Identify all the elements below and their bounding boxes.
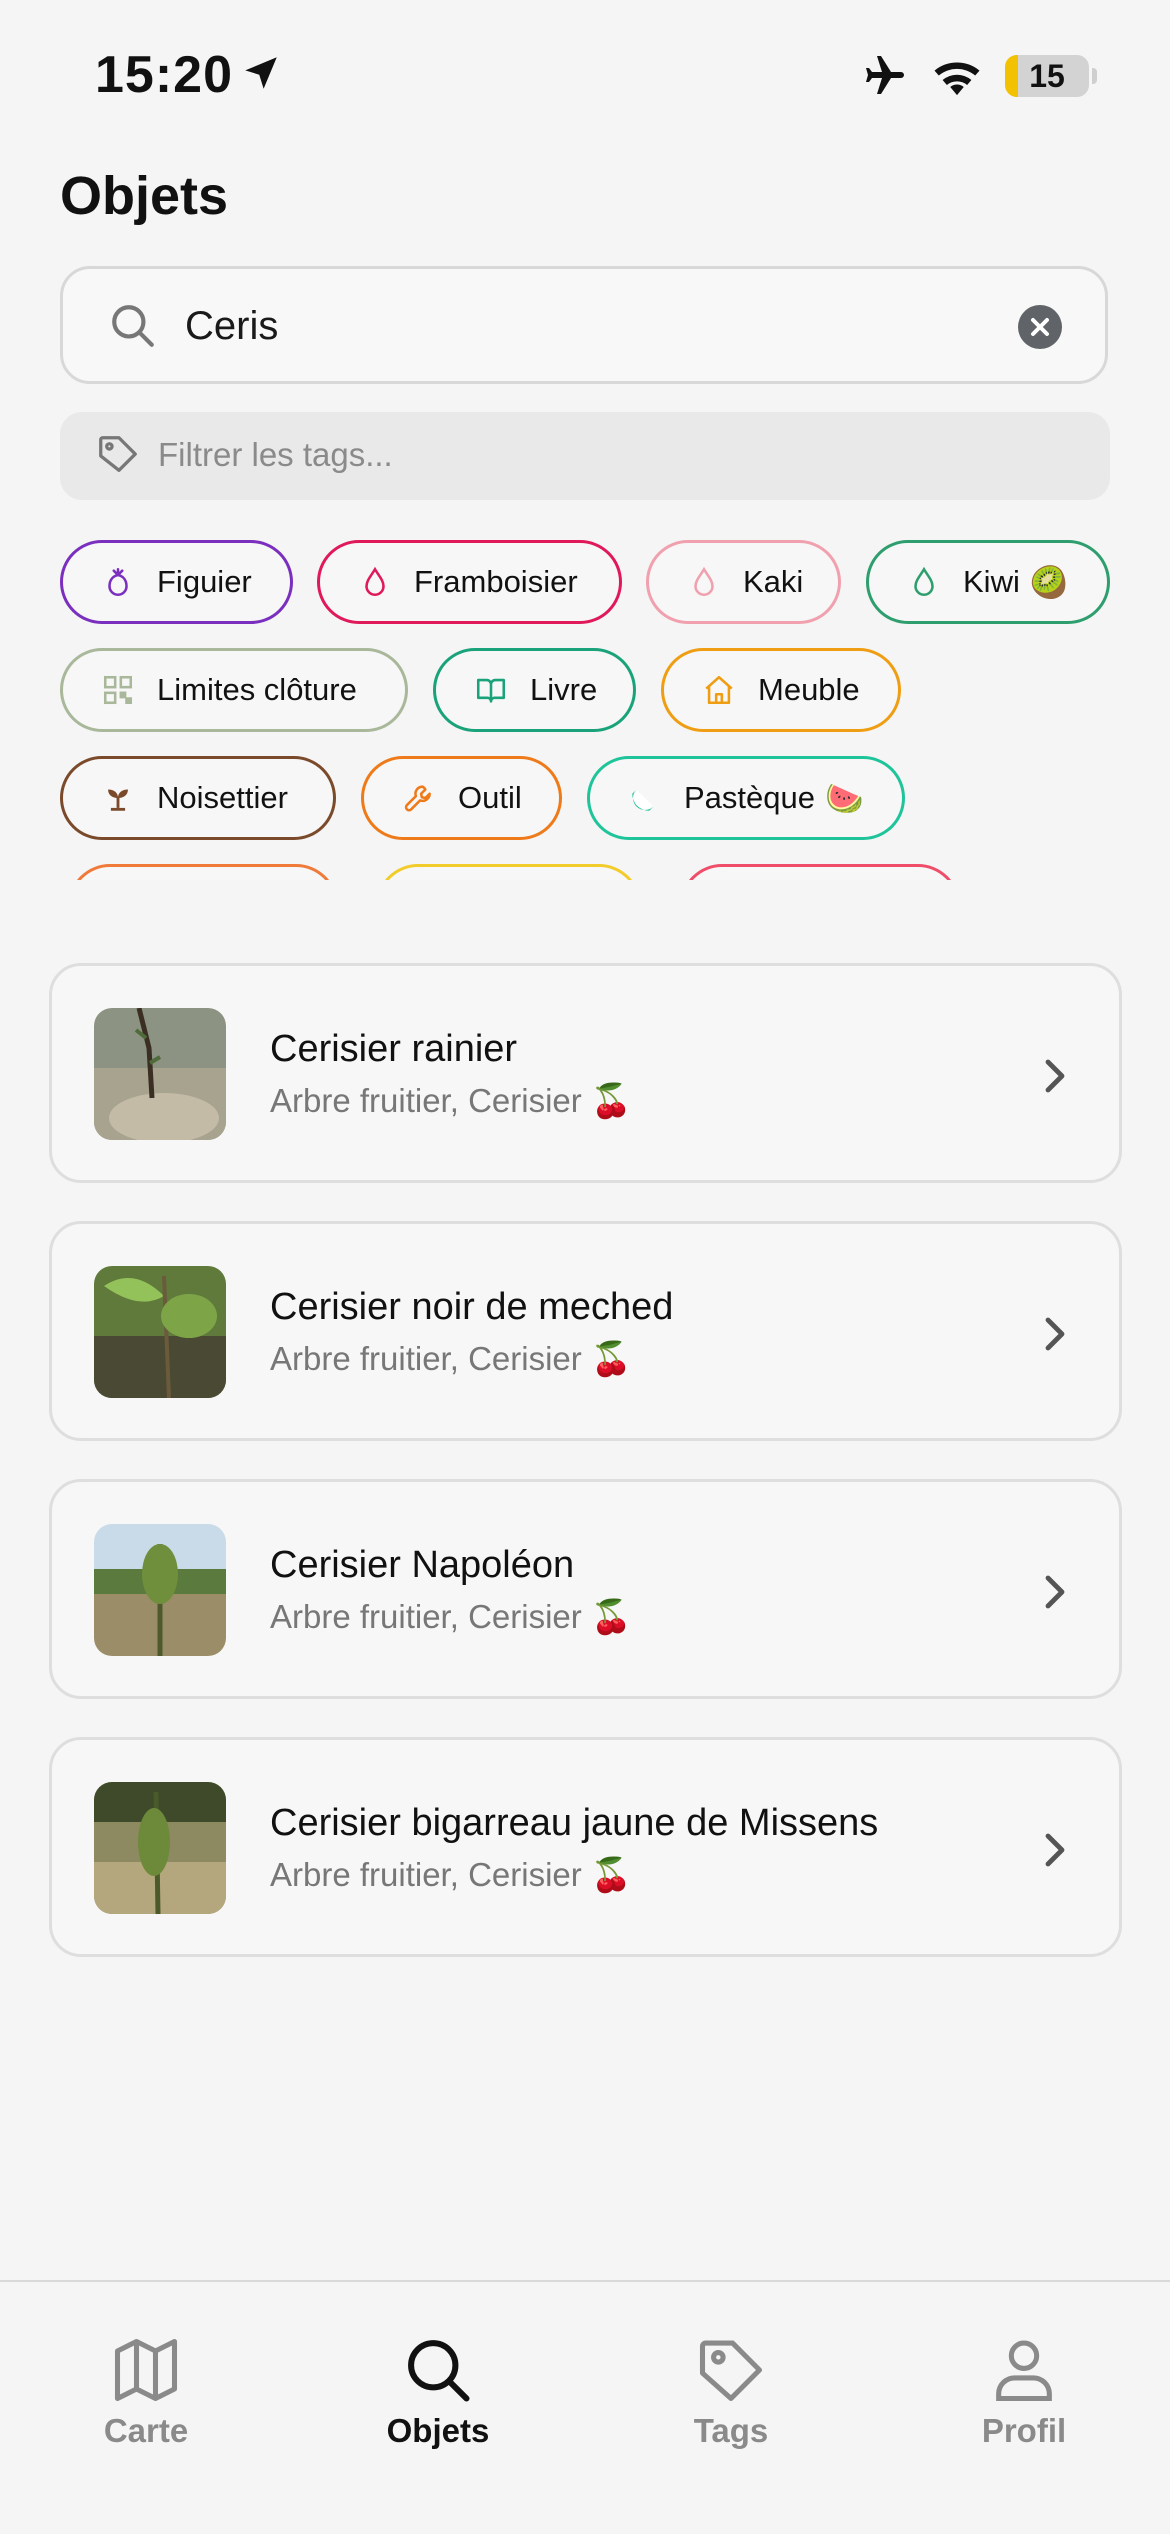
sprout-icon xyxy=(108,789,128,811)
tag-chip-limites-cloture[interactable]: Limites clôture xyxy=(60,648,408,732)
tag-chip-kaki[interactable]: Kaki xyxy=(646,540,841,624)
result-card[interactable]: Cerisier Napoléon Arbre fruitier, Cerisi… xyxy=(49,1479,1122,1699)
battery-indicator: 15 xyxy=(1005,55,1089,97)
tab-label: Carte xyxy=(103,2412,189,2449)
tab-label: Objets xyxy=(386,2412,490,2449)
search-field[interactable]: Ceris xyxy=(60,266,1108,384)
tab-tags[interactable]: Tags xyxy=(585,2282,877,2482)
tab-label: Tags xyxy=(693,2412,769,2449)
tag-chip-livre[interactable]: Livre xyxy=(433,648,636,732)
tag-chip-hidden-3[interactable] xyxy=(680,864,960,880)
search-input[interactable]: Ceris xyxy=(185,304,278,349)
wrench-icon xyxy=(404,785,431,812)
result-card[interactable]: Cerisier noir de meched Arbre fruitier, … xyxy=(49,1221,1122,1441)
watermelon-icon xyxy=(632,789,654,811)
chevron-right-icon xyxy=(1045,1833,1065,1867)
tag-label: Livre xyxy=(530,672,598,707)
airplane-icon xyxy=(866,56,904,94)
chevron-right-icon xyxy=(1045,1059,1065,1093)
tab-profil[interactable]: Profil xyxy=(878,2282,1170,2482)
tag-icon xyxy=(99,436,137,472)
result-subtitle: Arbre fruitier, Cerisier 🍒 xyxy=(270,1082,633,1119)
result-subtitle: Arbre fruitier, Cerisier 🍒 xyxy=(270,1598,633,1635)
clear-search-button[interactable] xyxy=(1018,305,1062,349)
tag-chip-hidden-1[interactable] xyxy=(68,864,338,880)
object-photo xyxy=(94,1524,226,1656)
tag-filter-placeholder: Filtrer les tags... xyxy=(158,436,393,473)
drop-icon xyxy=(365,566,385,596)
tab-objets[interactable]: Objets xyxy=(292,2282,584,2482)
status-bar: 15:20 15 xyxy=(0,0,1170,150)
result-card[interactable]: Cerisier rainier Arbre fruitier, Cerisie… xyxy=(49,963,1122,1183)
tag-chip-outil[interactable]: Outil xyxy=(361,756,562,840)
map-icon xyxy=(114,2338,178,2402)
house-icon xyxy=(705,675,733,705)
object-photo xyxy=(94,1266,226,1398)
fig-icon xyxy=(108,567,128,596)
result-title: Cerisier bigarreau jaune de Missens xyxy=(270,1802,879,1844)
tab-label: Profil xyxy=(981,2412,1067,2449)
search-icon xyxy=(408,2340,470,2402)
tag-label: Figuier xyxy=(157,564,252,599)
tag-chip-noisettier[interactable]: Noisettier xyxy=(60,756,336,840)
book-icon xyxy=(476,678,506,703)
qr-icon xyxy=(103,675,133,705)
tag-label: Limites clôture xyxy=(157,672,357,707)
tag-label: Pastèque xyxy=(684,780,815,815)
tag-chip-kiwi[interactable]: Kiwi 🥝 xyxy=(866,540,1110,624)
search-icon xyxy=(112,305,154,347)
tag-label: Outil xyxy=(458,780,522,815)
tag-chips: Figuier Framboisier Kaki Kiwi 🥝 Limites … xyxy=(0,530,1170,880)
drop-icon xyxy=(914,566,934,596)
tag-label: Kiwi xyxy=(963,564,1020,599)
chevron-right-icon xyxy=(1045,1317,1065,1351)
tag-icon xyxy=(699,2340,763,2402)
status-time: 15:20 xyxy=(95,46,233,104)
location-arrow-icon xyxy=(245,57,277,89)
tag-chip-framboisier[interactable]: Framboisier xyxy=(317,540,622,624)
tag-filter-input[interactable]: Filtrer les tags... xyxy=(60,412,1110,500)
tag-label: Framboisier xyxy=(414,564,578,599)
person-icon xyxy=(996,2340,1052,2402)
wifi-icon xyxy=(934,62,980,96)
battery-level: 15 xyxy=(1029,58,1065,94)
object-photo xyxy=(94,1008,226,1140)
tab-carte[interactable]: Carte xyxy=(0,2282,292,2482)
page-title: Objets xyxy=(60,166,229,226)
result-card[interactable]: Cerisier bigarreau jaune de Missens Arbr… xyxy=(49,1737,1122,1957)
object-photo xyxy=(94,1782,226,1914)
tag-emoji: 🍉 xyxy=(825,780,864,816)
close-icon xyxy=(1031,318,1049,336)
tag-chip-meuble[interactable]: Meuble xyxy=(661,648,901,732)
tag-label: Noisettier xyxy=(157,780,288,815)
result-title: Cerisier Napoléon xyxy=(270,1544,575,1586)
tag-label: Kaki xyxy=(743,564,804,599)
tab-bar: Carte Objets Tags Profil xyxy=(0,2280,1170,2534)
result-subtitle: Arbre fruitier, Cerisier 🍒 xyxy=(270,1856,633,1893)
result-title: Cerisier noir de meched xyxy=(270,1286,674,1328)
chevron-right-icon xyxy=(1045,1575,1065,1609)
tag-chip-hidden-2[interactable] xyxy=(376,864,641,880)
tag-emoji: 🥝 xyxy=(1029,564,1069,600)
battery-tip xyxy=(1092,68,1097,84)
tag-chip-figuier[interactable]: Figuier xyxy=(60,540,293,624)
tag-label: Meuble xyxy=(758,672,860,707)
result-title: Cerisier rainier xyxy=(270,1028,518,1070)
drop-icon xyxy=(694,566,714,596)
result-subtitle: Arbre fruitier, Cerisier 🍒 xyxy=(270,1340,633,1377)
tag-chip-pasteque[interactable]: Pastèque 🍉 xyxy=(587,756,905,840)
